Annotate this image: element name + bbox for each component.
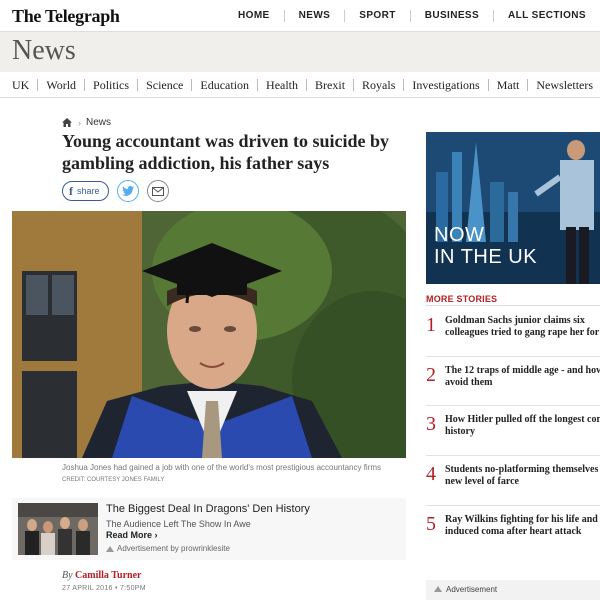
advertorial-subtitle: The Audience Left The Show In Awe (106, 519, 251, 529)
subnav-matt[interactable]: Matt (487, 78, 528, 91)
more-story-item[interactable]: 1 Goldman Sachs junior claims six collea… (426, 312, 600, 356)
divider (426, 505, 600, 506)
breadcrumb-separator: › (78, 117, 81, 128)
caption-credit: CREDIT: COURTESY JONES FAMILY (62, 477, 165, 483)
facebook-icon: f (69, 183, 73, 198)
image-caption: Joshua Jones had gained a job with one o… (62, 462, 402, 486)
nav-business[interactable]: BUSINESS (409, 10, 493, 22)
article-headline: Young accountant was driven to suicide b… (62, 131, 390, 173)
story-number: 4 (426, 463, 436, 485)
story-number: 5 (426, 513, 436, 535)
promo-text: NOW IN THE UK (434, 224, 537, 268)
story-number: 1 (426, 314, 436, 336)
story-link[interactable]: Students no-platforming themselves is a … (445, 464, 600, 488)
promo-text-line2: IN THE UK (434, 246, 538, 268)
subnav-investigations[interactable]: Investigations (403, 78, 487, 91)
caption-text: Joshua Jones had gained a job with one o… (62, 463, 382, 472)
subnav-education[interactable]: Education (191, 78, 257, 91)
twitter-icon (121, 186, 134, 196)
nav-all-sections[interactable]: ALL SECTIONS (493, 10, 600, 22)
more-stories-header: MORE STORIES (426, 294, 498, 304)
subnav-world[interactable]: World (37, 78, 84, 91)
nav-sport[interactable]: SPORT (344, 10, 409, 22)
subnav-health[interactable]: Health (257, 78, 306, 91)
section-band: News (0, 32, 600, 72)
divider (426, 455, 600, 456)
facebook-share-button[interactable]: f share (62, 181, 109, 201)
twitter-share-button[interactable] (116, 180, 139, 202)
top-nav: HOME NEWS SPORT BUSINESS ALL SECTIONS (224, 0, 600, 32)
nav-home[interactable]: HOME (224, 10, 284, 22)
article-hero-image (12, 211, 406, 458)
subnav-brexit[interactable]: Brexit (306, 78, 353, 91)
sub-nav: UK World Politics Science Education Heal… (0, 72, 600, 98)
share-row: f share (62, 180, 169, 202)
promo-banner[interactable]: NOW IN THE UK (426, 132, 600, 284)
story-link[interactable]: Goldman Sachs junior claims six colleagu… (445, 315, 600, 339)
adchoices-icon[interactable] (106, 545, 114, 552)
byline-prefix: By (62, 570, 73, 581)
divider (426, 305, 600, 306)
story-number: 3 (426, 413, 436, 435)
more-story-item[interactable]: 4 Students no-platforming themselves is … (426, 461, 600, 505)
home-icon[interactable] (62, 118, 72, 127)
story-link[interactable]: The 12 traps of middle age - and how to … (445, 365, 600, 389)
subnav-science[interactable]: Science (137, 78, 191, 91)
byline: By Camilla Turner (62, 570, 141, 581)
divider (426, 356, 600, 357)
advertisement-note: Advertisement by prowrinklesite (106, 544, 230, 553)
divider (426, 405, 600, 406)
story-link[interactable]: Ray Wilkins fighting for his life and in… (445, 514, 600, 538)
telegraph-logo[interactable]: The Telegraph (12, 6, 120, 27)
advertisement-note-text: Advertisement by prowrinklesite (117, 544, 230, 553)
subnav-newsletters[interactable]: Newsletters (527, 78, 600, 91)
breadcrumb: › News (62, 117, 111, 128)
email-icon (151, 186, 164, 196)
advertisement-label: Advertisement (446, 585, 498, 594)
subnav-uk[interactable]: UK (12, 79, 37, 91)
more-story-item[interactable]: 2 The 12 traps of middle age - and how t… (426, 362, 600, 406)
more-story-item[interactable]: 5 Ray Wilkins fighting for his life and … (426, 511, 600, 555)
facebook-share-label: share (77, 186, 100, 196)
subnav-politics[interactable]: Politics (84, 78, 137, 91)
section-title[interactable]: News (12, 35, 76, 67)
advertisement-band: Advertisement (426, 580, 600, 600)
advertorial-box[interactable]: The Biggest Deal In Dragons' Den History… (12, 498, 406, 560)
advertorial-title[interactable]: The Biggest Deal In Dragons' Den History (106, 503, 310, 515)
story-link[interactable]: How Hitler pulled off the longest con in… (445, 414, 600, 438)
adchoices-icon[interactable] (434, 586, 442, 592)
email-share-button[interactable] (146, 180, 169, 202)
top-bar: The Telegraph HOME NEWS SPORT BUSINESS A… (0, 0, 600, 32)
nav-news[interactable]: NEWS (283, 10, 345, 22)
publish-date: 27 APRIL 2016 • 7:50PM (62, 585, 146, 592)
subnav-royals[interactable]: Royals (353, 78, 403, 91)
advertorial-thumbnail[interactable] (18, 503, 98, 555)
story-number: 2 (426, 364, 436, 386)
promo-text-line1: NOW (434, 224, 485, 246)
author-link[interactable]: Camilla Turner (75, 570, 141, 581)
more-story-item[interactable]: 3 How Hitler pulled off the longest con … (426, 411, 600, 455)
graduate-photo (12, 211, 406, 458)
breadcrumb-news[interactable]: News (86, 117, 111, 128)
read-more-link[interactable]: Read More › (106, 530, 158, 540)
